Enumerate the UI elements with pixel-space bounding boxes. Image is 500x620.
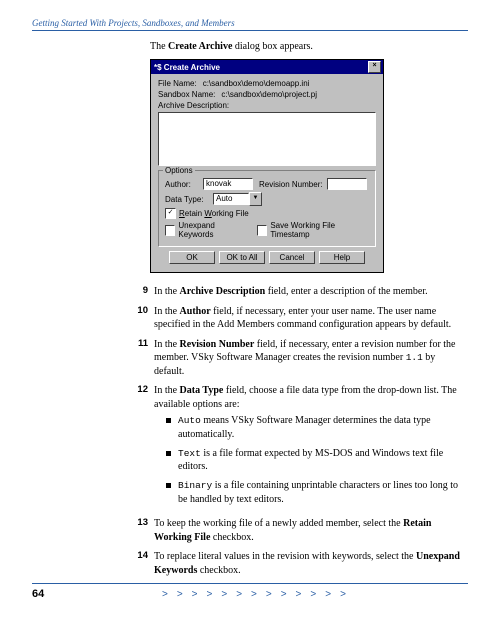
step-number: 13 — [126, 517, 154, 544]
step-text: In the Author field, if necessary, enter… — [154, 305, 468, 332]
step-number: 10 — [126, 305, 154, 332]
step-number: 11 — [126, 338, 154, 379]
titlebar: *$ Create Archive × — [151, 60, 383, 74]
file-name-label: File Name: — [158, 79, 197, 88]
square-bullet-icon — [166, 418, 171, 423]
page-header: Getting Started With Projects, Sandboxes… — [32, 18, 468, 31]
sandbox-name-value: c:\sandbox\demo\project.pj — [221, 90, 317, 99]
step-text: In the Data Type field, choose a file da… — [154, 384, 468, 511]
step-list: 9In the Archive Description field, enter… — [126, 285, 468, 577]
bullet-item: Text is a file format expected by MS-DOS… — [166, 447, 460, 474]
step-text: To replace literal values in the revisio… — [154, 550, 468, 577]
step-item: 12In the Data Type field, choose a file … — [126, 384, 468, 511]
author-input[interactable]: knovak — [203, 178, 253, 190]
retain-working-file-checkbox[interactable]: ✓ — [165, 208, 176, 219]
revision-number-input[interactable] — [327, 178, 367, 190]
options-group: Options Author: knovak Revision Number: … — [158, 170, 376, 247]
step-item: 14To replace literal values in the revis… — [126, 550, 468, 577]
step-item: 13To keep the working file of a newly ad… — [126, 517, 468, 544]
options-group-title: Options — [163, 166, 195, 175]
dialog-screenshot: *$ Create Archive × File Name: c:\sandbox… — [150, 59, 468, 273]
author-label: Author: — [165, 180, 203, 189]
step-item: 9In the Archive Description field, enter… — [126, 285, 468, 299]
data-type-select[interactable]: Auto▼ — [213, 192, 262, 206]
footer-chevrons: >>>>>>>>>>>>> — [102, 589, 355, 600]
file-name-value: c:\sandbox\demo\demoapp.ini — [203, 79, 310, 88]
save-timestamp-label: Save Working File Timestamp — [270, 221, 369, 239]
window-title: *$ Create Archive — [153, 63, 368, 72]
step-text: In the Archive Description field, enter … — [154, 285, 468, 299]
step-text: To keep the working file of a newly adde… — [154, 517, 468, 544]
sandbox-name-label: Sandbox Name: — [158, 90, 215, 99]
data-type-label: Data Type: — [165, 195, 213, 204]
step-number: 9 — [126, 285, 154, 299]
square-bullet-icon — [166, 451, 171, 456]
lead-text: The Create Archive dialog box appears. — [150, 41, 468, 52]
page-number: 64 — [32, 588, 102, 600]
page-footer: 64 >>>>>>>>>>>>> — [32, 583, 468, 600]
step-number: 14 — [126, 550, 154, 577]
step-item: 10In the Author field, if necessary, ent… — [126, 305, 468, 332]
retain-working-file-label: Retain Working File — [179, 209, 249, 218]
archive-description-label: Archive Description: — [158, 101, 376, 110]
step-number: 12 — [126, 384, 154, 511]
square-bullet-icon — [166, 483, 171, 488]
cancel-button[interactable]: Cancel — [269, 251, 315, 264]
unexpand-keywords-checkbox[interactable] — [165, 225, 175, 236]
revision-number-label: Revision Number: — [259, 180, 323, 189]
ok-button[interactable]: OK — [169, 251, 215, 264]
ok-all-button[interactable]: OK to All — [219, 251, 265, 264]
help-button[interactable]: Help — [319, 251, 365, 264]
bullet-item: Binary is a file containing unprintable … — [166, 479, 460, 506]
archive-description-input[interactable] — [158, 112, 376, 166]
bullet-item: Auto means VSky Software Manager determi… — [166, 414, 460, 441]
chevron-down-icon[interactable]: ▼ — [249, 192, 262, 206]
close-icon[interactable]: × — [368, 61, 381, 73]
save-timestamp-checkbox[interactable] — [257, 225, 267, 236]
unexpand-keywords-label: Unexpand Keywords — [178, 221, 247, 239]
step-item: 11In the Revision Number field, if neces… — [126, 338, 468, 379]
step-text: In the Revision Number field, if necessa… — [154, 338, 468, 379]
